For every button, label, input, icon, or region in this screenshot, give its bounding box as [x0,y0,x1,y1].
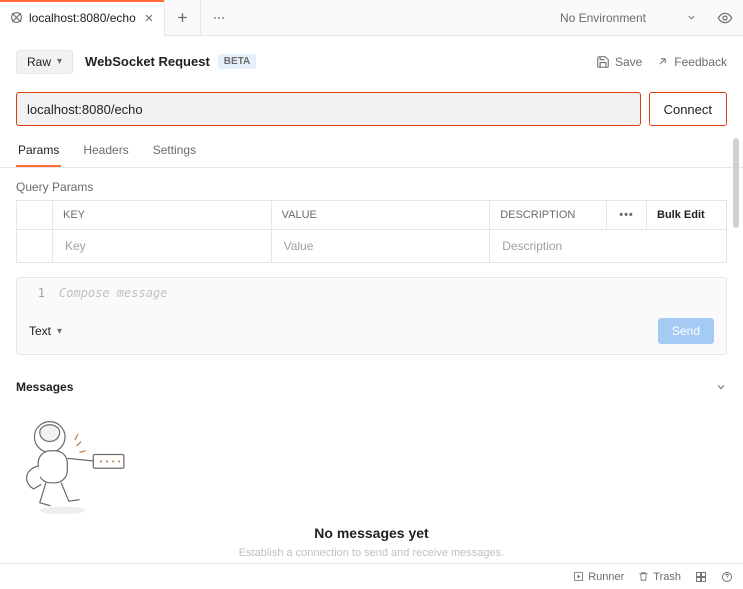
tab-headers[interactable]: Headers [81,143,130,167]
empty-title: No messages yet [0,525,743,541]
request-tabs: Params Headers Settings [0,136,743,168]
send-button[interactable]: Send [658,318,714,344]
runner-button[interactable]: Runner [573,571,624,583]
tab-overflow-button[interactable] [201,0,237,36]
astronaut-illustration [0,411,743,521]
external-link-icon [656,55,669,68]
description-field[interactable] [500,238,716,254]
close-icon[interactable] [144,13,154,23]
messages-panel: Messages No messages yet Est [0,373,743,559]
environment-label: No Environment [560,11,646,25]
mode-dropdown[interactable]: Raw ▾ [16,50,73,74]
trash-label: Trash [653,571,681,583]
message-placeholder: Compose message [59,286,716,300]
request-tab[interactable]: localhost:8080/echo [0,0,165,36]
request-tab-title: localhost:8080/echo [29,11,136,25]
message-type-label: Text [29,324,51,338]
message-type-select[interactable]: Text ▾ [29,324,62,338]
mode-label: Raw [27,55,51,69]
environment-select[interactable]: No Environment [550,0,707,36]
key-field[interactable] [63,238,261,254]
trash-icon [638,571,649,582]
column-options-button[interactable]: ••• [607,201,647,230]
trash-button[interactable]: Trash [638,571,681,583]
query-params-label: Query Params [16,180,727,194]
chevron-down-icon: ▾ [57,56,62,67]
value-field[interactable] [282,238,480,254]
request-title: WebSocket Request [85,54,210,69]
chevron-down-icon [686,12,697,23]
environment-preview-button[interactable] [707,10,743,26]
connect-button[interactable]: Connect [649,92,727,126]
messages-header-label: Messages [16,380,73,394]
save-icon [596,55,610,69]
app-tab-bar: localhost:8080/echo No Environment [0,0,743,36]
line-number: 1 [27,286,45,300]
url-row: Connect [0,88,743,136]
column-description: DESCRIPTION [490,201,607,230]
message-editor[interactable]: 1 Compose message [17,278,726,308]
table-row [17,230,727,263]
collapse-button[interactable] [715,381,727,393]
request-header: Raw ▾ WebSocket Request BETA Save Feedba… [0,36,743,88]
bulk-edit-button[interactable]: Bulk Edit [647,201,727,230]
scrollbar[interactable] [733,138,739,228]
column-value: VALUE [271,201,490,230]
beta-badge: BETA [218,54,256,69]
compose-panel: 1 Compose message Text ▾ Send [16,277,727,355]
empty-state: No messages yet Establish a connection t… [0,401,743,559]
runner-label: Runner [588,571,624,583]
params-panel: Query Params KEY VALUE DESCRIPTION ••• B… [0,168,743,263]
save-label: Save [615,55,642,69]
query-params-table: KEY VALUE DESCRIPTION ••• Bulk Edit [16,200,727,263]
panels-button[interactable] [695,571,707,583]
feedback-button[interactable]: Feedback [656,55,727,69]
tab-params[interactable]: Params [16,143,61,167]
help-button[interactable] [721,571,733,583]
url-input[interactable] [16,92,641,126]
save-button[interactable]: Save [596,55,642,69]
column-key: KEY [53,201,272,230]
websocket-icon [10,11,23,24]
status-bar: Runner Trash [0,563,743,589]
new-tab-button[interactable] [165,0,201,36]
tab-settings[interactable]: Settings [151,143,198,167]
chevron-down-icon: ▾ [57,326,62,337]
play-icon [573,571,584,582]
feedback-label: Feedback [674,55,727,69]
empty-subtitle: Establish a connection to send and recei… [0,547,743,559]
